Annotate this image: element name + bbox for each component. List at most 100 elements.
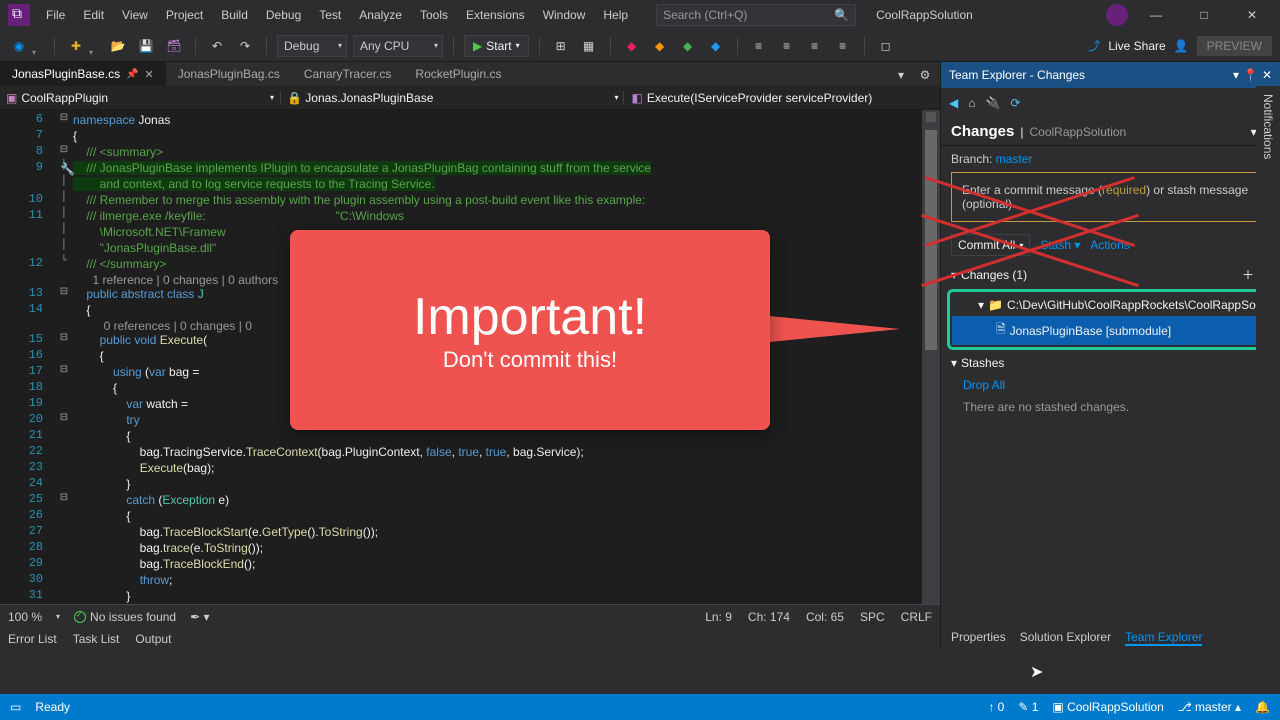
tab-rocketplugin[interactable]: RocketPlugin.cs: [403, 62, 513, 86]
nav-bar: ▣CoolRappPlugin▾ 🔒 Jonas.JonasPluginBase…: [0, 86, 940, 110]
undo-icon[interactable]: ↶: [206, 35, 228, 57]
ext-icon[interactable]: ◆: [621, 35, 643, 57]
pin-icon[interactable]: 📍: [1243, 68, 1258, 82]
menu-project[interactable]: Project: [158, 4, 211, 26]
issues-indicator[interactable]: No issues found: [74, 610, 176, 624]
right-bottom-tabs: Properties Solution Explorer Team Explor…: [941, 626, 1280, 650]
ext-icon[interactable]: ◆: [677, 35, 699, 57]
status-spc[interactable]: SPC: [860, 610, 885, 624]
screwdriver-icon[interactable]: 🔧: [60, 162, 75, 176]
save-all-icon[interactable]: 🗃: [163, 35, 185, 57]
menu-test[interactable]: Test: [311, 4, 349, 26]
no-stash-text: There are no stashed changes.: [941, 394, 1280, 420]
minimize-button[interactable]: —: [1136, 1, 1176, 29]
indent-icon[interactable]: ≡: [776, 35, 798, 57]
comment-icon[interactable]: ≡: [832, 35, 854, 57]
tab-team-explorer[interactable]: Team Explorer: [1125, 630, 1202, 646]
team-explorer-pane: Team Explorer - Changes ▾📍✕ ◀ ⌂ 🔌 ⟳ Chan…: [940, 62, 1280, 650]
play-icon: ▶: [473, 39, 482, 53]
tab-jonaspluginbase[interactable]: JonasPluginBase.cs📌✕: [0, 62, 166, 86]
nav-method[interactable]: Execute(IServiceProvider serviceProvider…: [647, 91, 872, 105]
tab-errorlist[interactable]: Error List: [8, 632, 57, 646]
new-button[interactable]: ✚: [65, 35, 87, 57]
refresh-icon[interactable]: ⟳: [1010, 96, 1020, 110]
annotation-highlight: ▾📁C:\Dev\GitHub\CoolRappRockets\CoolRapp…: [947, 289, 1274, 350]
output-icon[interactable]: ▭: [10, 700, 21, 714]
tab-solution-explorer[interactable]: Solution Explorer: [1020, 630, 1111, 646]
tool-icon[interactable]: ▦: [578, 35, 600, 57]
back-icon[interactable]: ◀: [949, 96, 958, 110]
ext-icon[interactable]: ◆: [705, 35, 727, 57]
redo-icon[interactable]: ↷: [234, 35, 256, 57]
nav-class[interactable]: Jonas.JonasPluginBase: [305, 91, 433, 105]
solution-link[interactable]: CoolRappSolution: [1029, 125, 1126, 139]
status-crlf[interactable]: CRLF: [901, 610, 932, 624]
repo-icon[interactable]: ▣ CoolRappSolution: [1052, 700, 1163, 714]
tab-jonaspluginbag[interactable]: JonasPluginBag.cs: [166, 62, 292, 86]
search-input[interactable]: Search (Ctrl+Q) 🔍: [656, 4, 856, 26]
platform-combo[interactable]: Any CPU: [353, 35, 443, 57]
tab-output[interactable]: Output: [135, 632, 171, 646]
sync-icon[interactable]: ↑ 0: [988, 700, 1004, 714]
menu-debug[interactable]: Debug: [258, 4, 309, 26]
start-button[interactable]: ▶ Start ▾: [464, 35, 529, 57]
config-combo[interactable]: Debug: [277, 35, 347, 57]
status-line: Ln: 9: [705, 610, 732, 624]
close-icon[interactable]: ✕: [1262, 68, 1272, 82]
pin-icon[interactable]: 📌: [126, 69, 138, 80]
tree-file-submodule[interactable]: 🗎JonasPluginBase [submodule]: [952, 316, 1269, 345]
tool-icon[interactable]: ⊞: [550, 35, 572, 57]
open-icon[interactable]: 📂: [107, 35, 129, 57]
caret-icon: ▾: [978, 298, 984, 312]
statusbar: ▭ Ready ↑ 0 ✎ 1 ▣ CoolRappSolution ⎇ mas…: [0, 694, 1280, 720]
nav-project[interactable]: CoolRappPlugin: [21, 91, 108, 105]
close-icon[interactable]: ✕: [145, 68, 154, 81]
bell-icon[interactable]: 🔔: [1255, 700, 1270, 714]
split-icon[interactable]: [926, 112, 936, 122]
line-gutter: 6789101112 1314 151617181920212223242526…: [0, 110, 55, 604]
status-char: Ch: 174: [748, 610, 790, 624]
method-icon: ◧: [623, 91, 643, 105]
branch-icon[interactable]: ⎇ master ▴: [1178, 700, 1241, 714]
menu-build[interactable]: Build: [213, 4, 256, 26]
feedback-icon[interactable]: 👤: [1174, 39, 1189, 53]
back-button[interactable]: ◉: [8, 35, 30, 57]
pending-icon[interactable]: ✎ 1: [1018, 700, 1038, 714]
liveshare-button[interactable]: Live Share: [1108, 39, 1165, 53]
menu-file[interactable]: File: [38, 4, 73, 26]
liveshare-icon[interactable]: ⤴: [1088, 37, 1100, 54]
close-button[interactable]: ✕: [1232, 1, 1272, 29]
brush-icon[interactable]: ✒ ▾: [190, 610, 209, 624]
indent-icon[interactable]: ≡: [748, 35, 770, 57]
home-icon[interactable]: ⌂: [968, 96, 975, 110]
menu-view[interactable]: View: [114, 4, 156, 26]
tab-canarytracer[interactable]: CanaryTracer.cs: [292, 62, 404, 86]
tree-folder[interactable]: ▾📁C:\Dev\GitHub\CoolRappRockets\CoolRapp…: [952, 294, 1269, 316]
tab-dropdown-icon[interactable]: ▾: [890, 64, 912, 86]
document-tabs: JonasPluginBase.cs📌✕ JonasPluginBag.cs C…: [0, 62, 940, 86]
bookmark-icon[interactable]: ◻: [875, 35, 897, 57]
user-avatar[interactable]: [1106, 4, 1128, 26]
maximize-button[interactable]: □: [1184, 1, 1224, 29]
menu-analyze[interactable]: Analyze: [351, 4, 410, 26]
drop-all-link[interactable]: Drop All: [963, 378, 1005, 392]
menu-edit[interactable]: Edit: [75, 4, 112, 26]
tab-properties[interactable]: Properties: [951, 630, 1006, 646]
ext-icon[interactable]: ◆: [649, 35, 671, 57]
zoom-level[interactable]: 100 %: [8, 610, 42, 624]
tab-tasklist[interactable]: Task List: [73, 632, 120, 646]
class-icon: 🔒: [287, 91, 302, 105]
menu-tools[interactable]: Tools: [412, 4, 456, 26]
save-icon[interactable]: 💾: [135, 35, 157, 57]
collapsed-side-tab[interactable]: Notifications: [1256, 86, 1280, 682]
dropdown-icon[interactable]: ▾: [1233, 68, 1239, 82]
menu-window[interactable]: Window: [535, 4, 594, 26]
gear-icon[interactable]: ⚙: [914, 64, 936, 86]
plug-icon[interactable]: 🔌: [985, 96, 1000, 110]
menu-help[interactable]: Help: [595, 4, 636, 26]
menu-extensions[interactable]: Extensions: [458, 4, 533, 26]
vs-logo-icon: [8, 4, 30, 26]
stage-all-icon[interactable]: ＋: [1242, 266, 1254, 283]
stashes-section[interactable]: ▾Stashes: [941, 350, 1280, 376]
comment-icon[interactable]: ≡: [804, 35, 826, 57]
